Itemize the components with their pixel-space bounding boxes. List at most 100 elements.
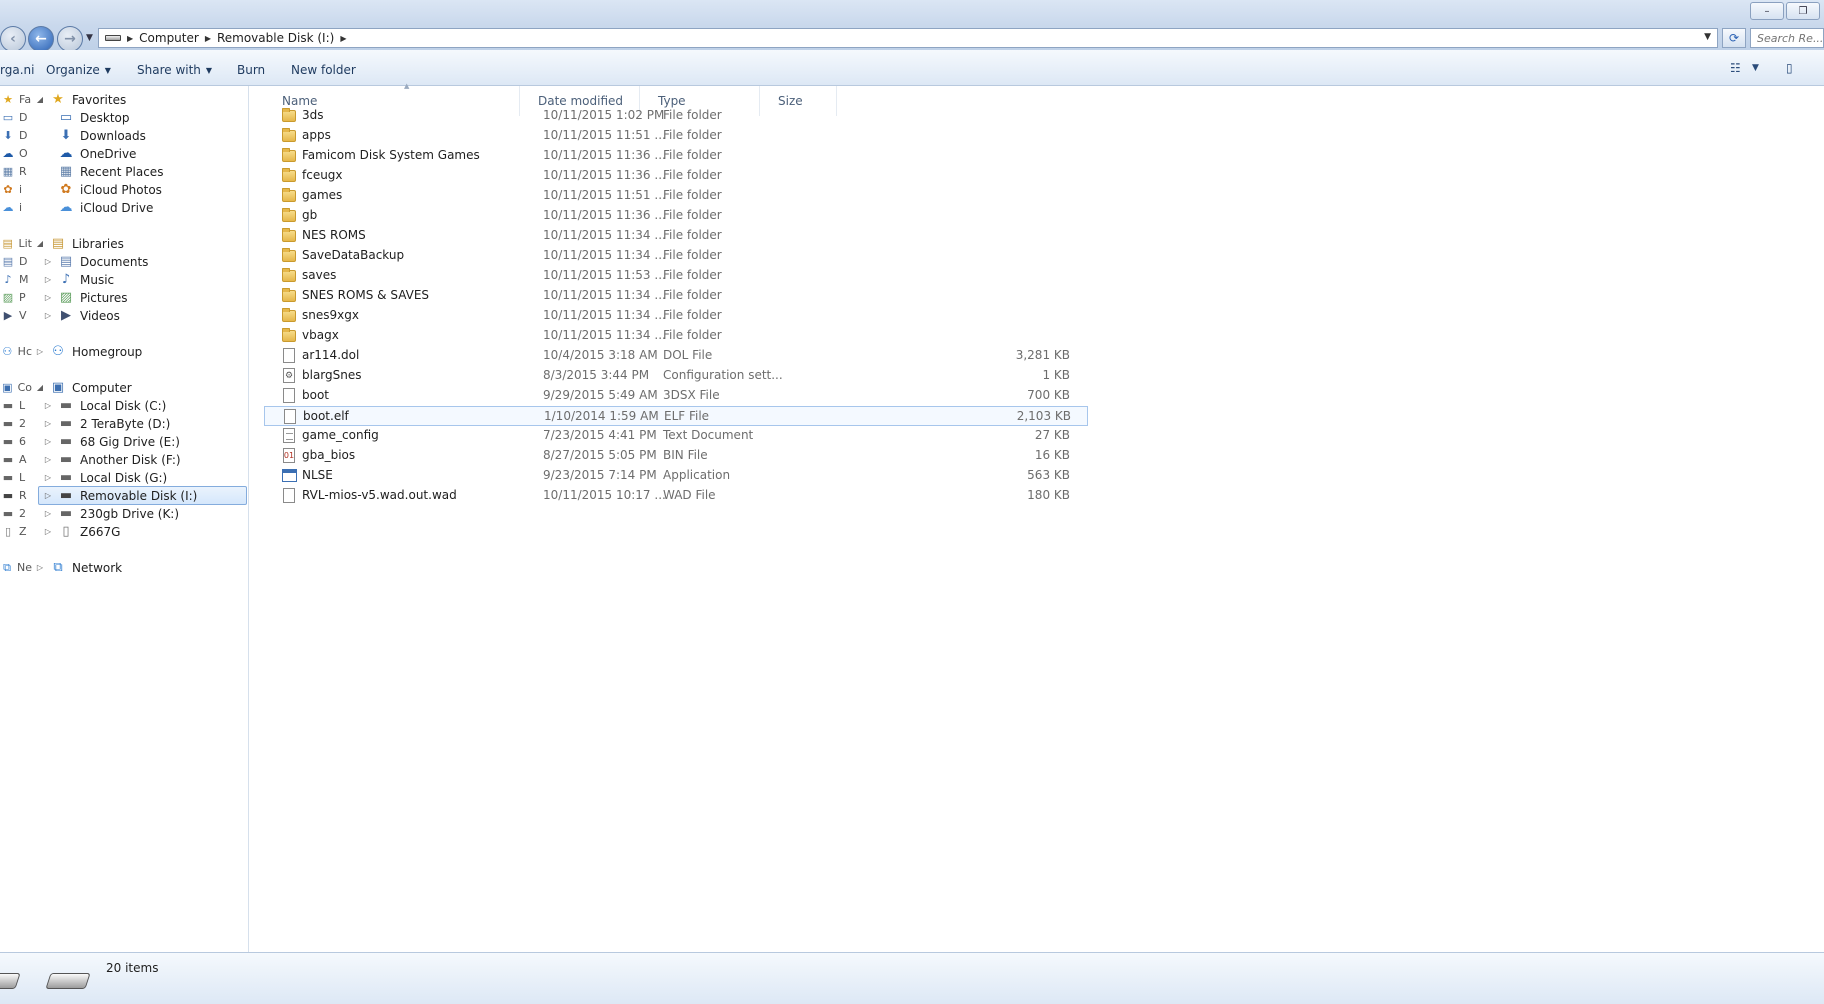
expand-arrow-icon[interactable]: ▷ — [44, 491, 52, 500]
ghost-nav-fragment: ♪ M — [0, 270, 32, 289]
file-row[interactable]: snes9xgx 10/11/2015 11:34 ... File folder — [264, 306, 1088, 326]
nav-favorites[interactable]: ◢ ★ Favorites — [36, 90, 126, 109]
file-row[interactable]: RVL-mios-v5.wad.out.wad 10/11/2015 10:17 … — [264, 486, 1088, 506]
file-row[interactable]: NLSE 9/23/2015 7:14 PM Application 563 KB — [264, 466, 1088, 486]
file-name: Famicom Disk System Games — [302, 148, 480, 162]
file-row[interactable]: boot 9/29/2015 5:49 AM 3DSX File 700 KB — [264, 386, 1088, 406]
file-row[interactable]: ⚙ blargSnes 8/3/2015 3:44 PM Configuration … — [264, 366, 1088, 386]
nav-item-favorites-3[interactable]: ▦ Recent Places — [44, 162, 164, 181]
chevron-right-icon[interactable]: ▶ — [340, 34, 346, 43]
nav-item-favorites-4[interactable]: ✿ iCloud Photos — [44, 180, 162, 199]
file-row[interactable]: vbagx 10/11/2015 11:34 ... File folder — [264, 326, 1088, 346]
nav-network[interactable]: ▷ ⧉ Network — [36, 558, 122, 577]
nav-item-libraries-2[interactable]: ▷ ▨ Pictures — [44, 288, 128, 307]
file-row[interactable]: fceugx 10/11/2015 11:36 ... File folder — [264, 166, 1088, 186]
change-view-icon[interactable]: ☷ — [1730, 61, 1741, 75]
nav-item-computer-7[interactable]: ▷ ▯ Z667G — [44, 522, 121, 541]
nav-libraries[interactable]: ◢ ▤ Libraries — [36, 234, 124, 253]
sort-ascending-icon: ▲ — [404, 82, 410, 90]
chevron-right-icon[interactable]: ▶ — [127, 34, 133, 43]
address-bar[interactable]: ▶ Computer ▶ Removable Disk (I:) ▶ ▼ — [98, 28, 1718, 48]
nav-item-computer-3[interactable]: ▷ ▬ Another Disk (F:) — [44, 450, 181, 469]
forward-button[interactable]: → — [57, 26, 83, 52]
file-row[interactable]: 3ds 10/11/2015 1:02 PM File folder — [264, 106, 1088, 126]
file-row[interactable]: games 10/11/2015 11:51 ... File folder — [264, 186, 1088, 206]
expand-arrow-icon[interactable]: ▷ — [44, 473, 52, 482]
file-row[interactable]: ar114.dol 10/4/2015 3:18 AM DOL File 3,281 … — [264, 346, 1088, 366]
file-row[interactable]: SaveDataBackup 10/11/2015 11:34 ... File f… — [264, 246, 1088, 266]
expand-arrow-icon[interactable]: ▷ — [36, 563, 44, 572]
nav-homegroup[interactable]: ▷ ⚇ Homegroup — [36, 342, 142, 361]
file-row[interactable]: SNES ROMS & SAVES 10/11/2015 11:34 ... Fil… — [264, 286, 1088, 306]
ghost-nav-label: D — [19, 111, 28, 124]
file-row[interactable]: game_config 7/23/2015 4:41 PM Text Documen… — [264, 426, 1088, 446]
nav-item-favorites-0[interactable]: ▭ Desktop — [44, 108, 130, 127]
expand-arrow-icon[interactable]: ▷ — [44, 275, 52, 284]
expand-arrow-icon[interactable]: ▷ — [44, 437, 52, 446]
nav-item-favorites-2[interactable]: ☁ OneDrive — [44, 144, 137, 163]
expand-arrow-icon[interactable]: ◢ — [36, 383, 44, 392]
back-button[interactable]: ← — [28, 26, 54, 52]
file-row[interactable]: NES ROMS 10/11/2015 11:34 ... File folder — [264, 226, 1088, 246]
new-folder-button[interactable]: New folder — [291, 63, 356, 77]
file-row[interactable]: 01 gba_bios 8/27/2015 5:05 PM BIN File 16 KB — [264, 446, 1088, 466]
file-row[interactable]: Famicom Disk System Games 10/11/2015 11:3… — [264, 146, 1088, 166]
search-input[interactable] — [1757, 31, 1823, 45]
share-with-button[interactable]: Share with ▼ — [137, 63, 212, 77]
file-row[interactable]: gb 10/11/2015 11:36 ... File folder — [264, 206, 1088, 226]
nav-item-computer-5[interactable]: ▷ ▬ Removable Disk (I:) — [38, 486, 247, 505]
address-dropdown-icon[interactable]: ▼ — [1704, 32, 1711, 42]
expand-arrow-icon[interactable]: ▷ — [44, 257, 52, 266]
file-size: 16 KB — [1034, 448, 1070, 462]
nav-item-computer-6[interactable]: ▷ ▬ 230gb Drive (K:) — [44, 504, 179, 523]
breadcrumb-removable-disk[interactable]: Removable Disk (I:) — [217, 31, 334, 45]
file-date-modified: 10/11/2015 11:53 ... — [543, 268, 666, 282]
nav-item-computer-4[interactable]: ▷ ▬ Local Disk (G:) — [44, 468, 167, 487]
file-date-modified: 1/10/2014 1:59 AM — [544, 409, 659, 423]
nav-label: iCloud Photos — [80, 182, 162, 197]
nav-item-libraries-1[interactable]: ▷ ♪ Music — [44, 270, 114, 289]
ghost-nav-fragment: ▶ V — [0, 306, 32, 325]
nav-computer[interactable]: ◢ ▣ Computer — [36, 378, 132, 397]
nav-item-libraries-0[interactable]: ▷ ▤ Documents — [44, 252, 149, 271]
expand-arrow-icon[interactable]: ▷ — [44, 293, 52, 302]
nav-item-libraries-3[interactable]: ▷ ▶ Videos — [44, 306, 120, 325]
ghost-nav-label: L — [19, 471, 26, 484]
expand-arrow-icon[interactable]: ▷ — [44, 455, 52, 464]
refresh-button[interactable]: ⟳ — [1722, 28, 1746, 48]
search-box[interactable] — [1750, 28, 1824, 48]
expand-arrow-icon[interactable]: ▷ — [44, 509, 52, 518]
expand-arrow-icon[interactable]: ▷ — [44, 419, 52, 428]
file-row[interactable]: apps 10/11/2015 11:51 ... File folder — [264, 126, 1088, 146]
file-date-modified: 10/11/2015 11:34 ... — [543, 308, 666, 322]
expand-arrow-icon[interactable]: ▷ — [36, 347, 44, 356]
file-row[interactable]: saves 10/11/2015 11:53 ... File folder — [264, 266, 1088, 286]
organize-button[interactable]: Organize ▼ — [46, 63, 111, 77]
file-name: vbagx — [302, 328, 339, 342]
expand-arrow-icon[interactable]: ▷ — [44, 527, 52, 536]
burn-button[interactable]: Burn — [237, 63, 265, 77]
minimize-button[interactable]: – — [1750, 2, 1784, 20]
expand-arrow-icon[interactable]: ◢ — [36, 95, 44, 104]
view-options-dropdown-icon[interactable]: ▼ — [1752, 63, 1759, 73]
chevron-right-icon[interactable]: ▶ — [205, 34, 211, 43]
nav-item-favorites-1[interactable]: ⬇ Downloads — [44, 126, 146, 145]
nav-item-computer-2[interactable]: ▷ ▬ 68 Gig Drive (E:) — [44, 432, 180, 451]
expand-arrow-icon[interactable]: ▷ — [44, 401, 52, 410]
maximize-button[interactable]: ❐ — [1786, 2, 1820, 20]
removable-drive-icon — [105, 35, 121, 41]
expand-arrow-icon[interactable]: ◢ — [36, 239, 44, 248]
preview-pane-icon[interactable]: ▯ — [1786, 61, 1793, 75]
nav-item-computer-0[interactable]: ▷ ▬ Local Disk (C:) — [44, 396, 166, 415]
file-date-modified: 9/29/2015 5:49 AM — [543, 388, 658, 402]
recent-pages-dropdown-icon[interactable]: ▼ — [86, 33, 93, 43]
file-type: Configuration sett... — [663, 368, 783, 382]
nav-item-computer-1[interactable]: ▷ ▬ 2 TeraByte (D:) — [44, 414, 170, 433]
folder-icon — [282, 168, 296, 182]
ghost-nav-label: D — [19, 129, 28, 142]
expand-arrow-icon[interactable]: ▷ — [44, 311, 52, 320]
breadcrumb-computer[interactable]: Computer — [139, 31, 199, 45]
ghost-nav-fragment: ▬ 2 — [0, 504, 32, 523]
nav-item-favorites-5[interactable]: ☁ iCloud Drive — [44, 198, 154, 217]
file-row[interactable]: boot.elf 1/10/2014 1:59 AM ELF File 2,103 K… — [264, 406, 1088, 426]
